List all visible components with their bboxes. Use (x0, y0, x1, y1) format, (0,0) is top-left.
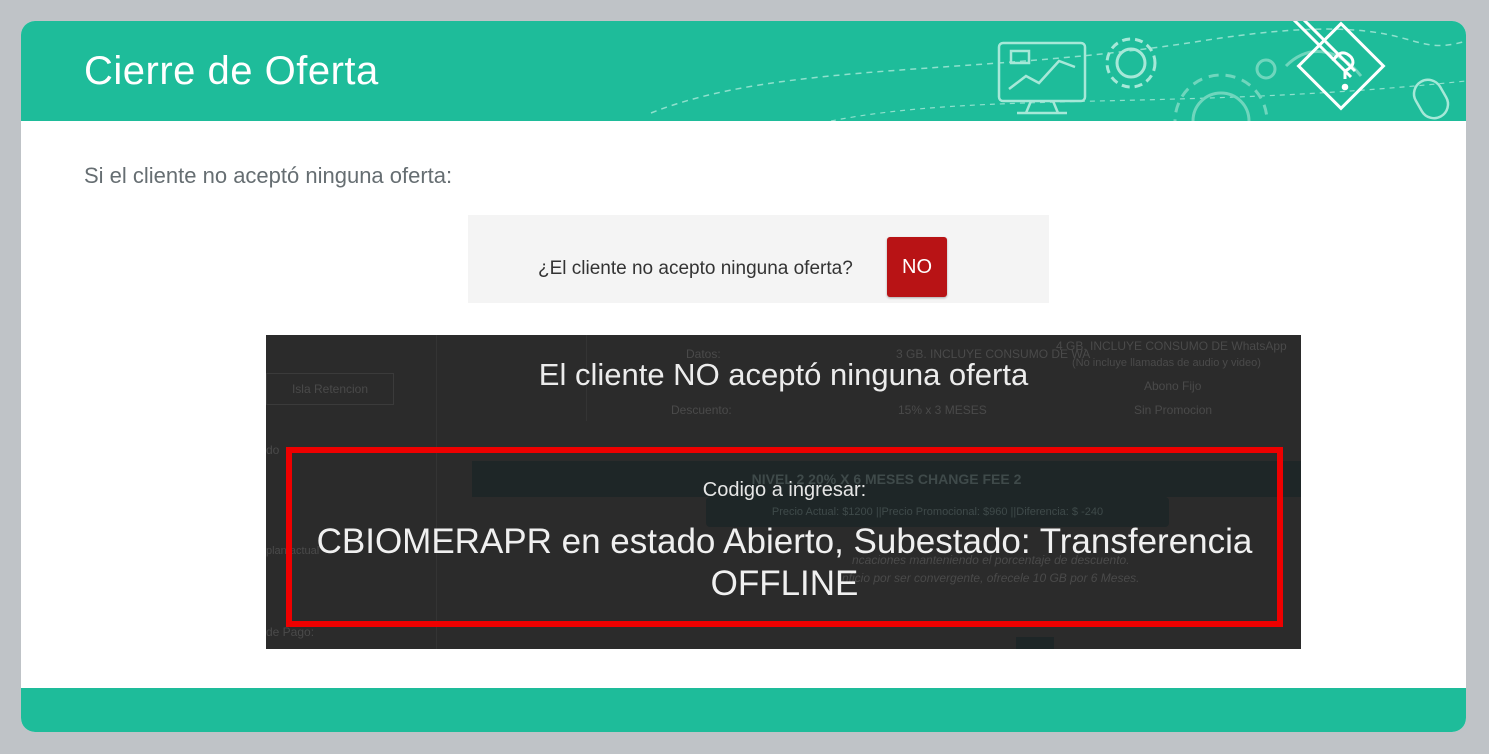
row-label: Descuento: (671, 403, 732, 417)
side-label: de Pago: (266, 625, 315, 639)
code-value: CBIOMERAPR en estado Abierto, Subestado:… (316, 522, 1253, 603)
side-label: do (266, 443, 280, 457)
row-value: 4 GB. INCLUYE CONSUMO DE WhatsApp (1056, 339, 1287, 353)
header-banner: Cierre de Oferta (21, 21, 1466, 121)
code-highlight-box: Codigo a ingresar: CBIOMERAPR en estado … (286, 447, 1283, 627)
pencil-question-icon (1292, 21, 1386, 111)
background-button (1016, 637, 1054, 649)
slide: Cierre de Oferta Si el cliente no aceptó… (21, 21, 1466, 732)
page-title: Cierre de Oferta (84, 49, 379, 93)
header-decoration (650, 21, 1466, 121)
row-value: Sin Promocion (1134, 403, 1213, 417)
intro-text: Si el cliente no aceptó ninguna oferta: (84, 163, 453, 188)
code-label: Codigo a ingresar: (702, 479, 867, 501)
footer-bar (21, 688, 1466, 732)
offer-result-modal: Isla Retencion Datos: 3 GB. INCLUYE CONS… (266, 335, 1301, 649)
no-button[interactable]: NO (887, 237, 947, 297)
question-text: ¿El cliente no acepto ninguna oferta? (538, 258, 853, 279)
mouse-icon (1412, 78, 1450, 120)
question-panel: ¿El cliente no acepto ninguna oferta? NO (468, 215, 1049, 303)
gear-icon (1105, 37, 1157, 89)
modal-title: El cliente NO aceptó ninguna oferta (538, 357, 1029, 392)
row-value: 15% x 3 MESES (898, 403, 987, 417)
